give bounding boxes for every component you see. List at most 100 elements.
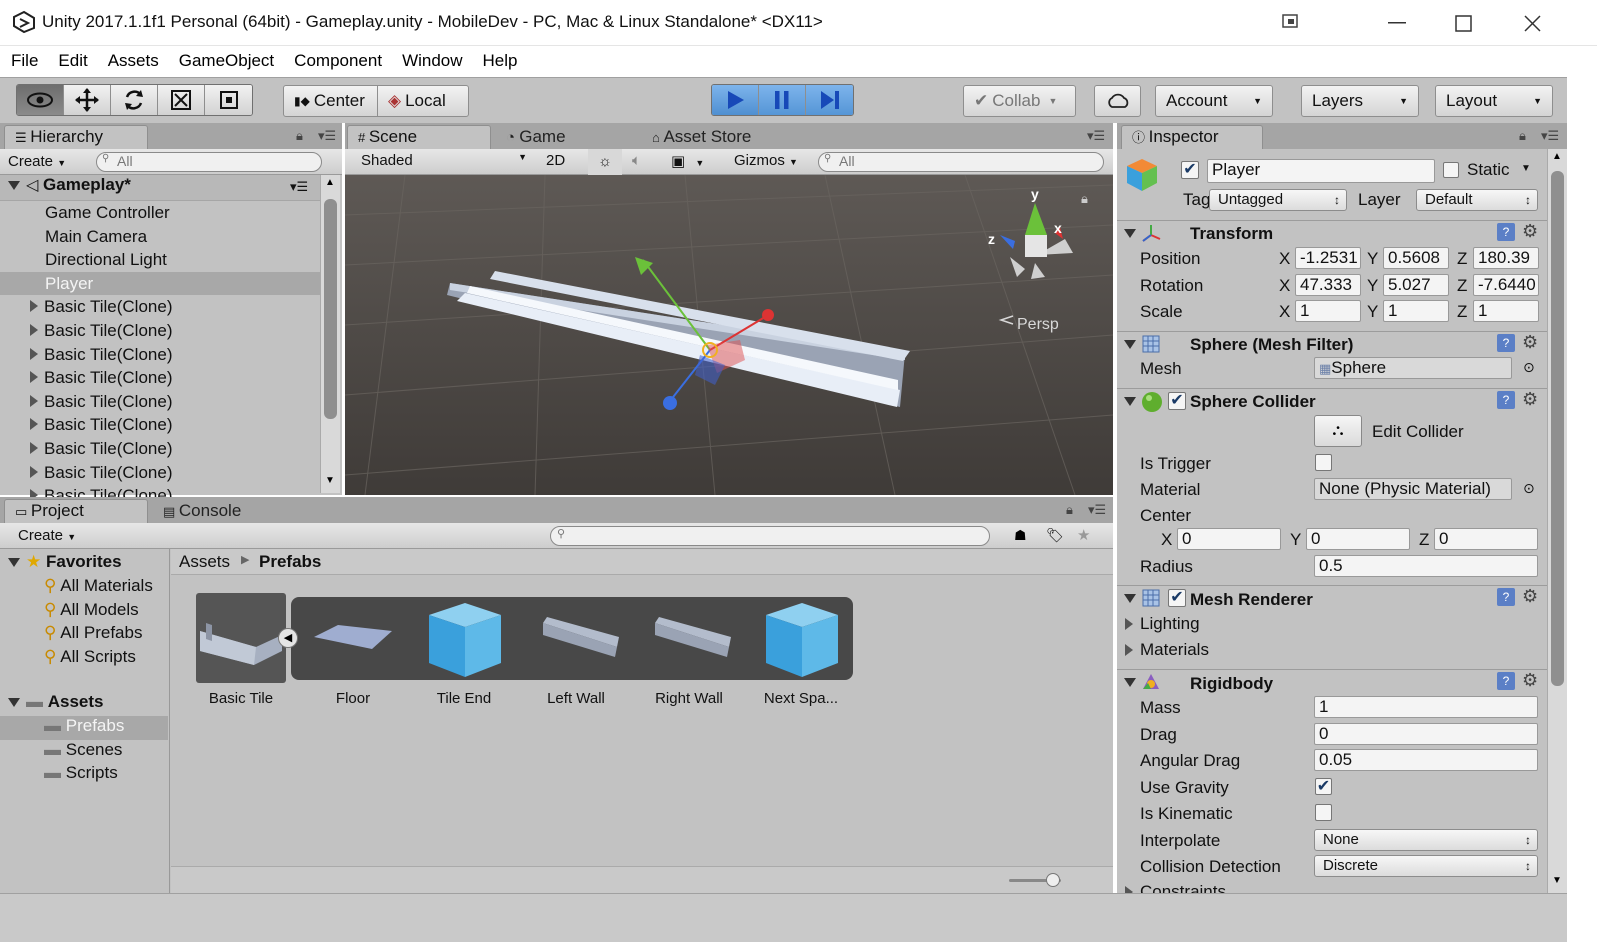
asset-floor-label[interactable]: Floor <box>298 690 408 707</box>
favorite-item[interactable]: ⚲ All Models <box>0 600 168 624</box>
filter-type-icon[interactable]: ☗ <box>1014 527 1027 544</box>
move-tool-button[interactable] <box>64 85 111 115</box>
lock-icon[interactable]: 🔒︎ <box>296 128 303 144</box>
scroll-down-icon[interactable]: ▼ <box>1552 875 1562 886</box>
collision-detection-dropdown[interactable]: Discrete <box>1314 855 1538 877</box>
expand-arrow-icon[interactable] <box>1124 340 1136 349</box>
breadcrumb-prefabs[interactable]: Prefabs <box>259 552 321 572</box>
hierarchy-item[interactable]: Basic Tile(Clone) <box>0 461 320 484</box>
asset-basic-tile-thumb[interactable] <box>196 595 286 685</box>
zoom-slider-handle[interactable] <box>1046 873 1060 887</box>
tab-scene[interactable]: # Scene <box>347 125 491 149</box>
persp-label[interactable]: Persp <box>1017 316 1059 333</box>
lighting-foldout[interactable]: Lighting <box>1140 614 1200 634</box>
favorite-star-icon[interactable]: ★ <box>1077 526 1090 544</box>
physic-material-field[interactable]: None (Physic Material) <box>1314 478 1512 500</box>
expand-arrow-icon[interactable] <box>30 371 38 384</box>
position-y-field[interactable]: 0.5608 <box>1383 247 1449 269</box>
panel-menu-icon[interactable]: ▾☰ <box>1087 128 1105 144</box>
collider-enabled-checkbox[interactable]: ✔ <box>1168 392 1186 410</box>
folder-item[interactable]: ▬ Scripts <box>0 763 168 787</box>
help-book-icon[interactable]: ? <box>1497 588 1515 606</box>
center-z-field[interactable]: 0 <box>1434 528 1538 550</box>
asset-floor-thumb[interactable] <box>306 595 396 685</box>
menu-window[interactable]: Window <box>402 51 462 71</box>
asset-tile-end-thumb[interactable] <box>419 595 509 685</box>
gameobject-name-field[interactable]: Player <box>1207 159 1435 183</box>
edit-collider-button[interactable]: ⛬ <box>1314 415 1362 447</box>
rotation-y-field[interactable]: 5.027 <box>1383 274 1449 296</box>
help-book-icon[interactable]: ? <box>1497 334 1515 352</box>
rotate-tool-button[interactable] <box>111 85 158 115</box>
tag-dropdown[interactable]: Untagged <box>1209 189 1347 211</box>
mass-field[interactable]: 1 <box>1314 696 1538 718</box>
breadcrumb-assets[interactable]: Assets <box>179 552 230 572</box>
expand-arrow-icon[interactable] <box>1124 594 1136 603</box>
asset-basic-tile-label[interactable]: Basic Tile <box>186 690 296 707</box>
effects-dropdown[interactable]: ▣ ▼ <box>671 152 704 170</box>
gear-icon[interactable]: ⚙ <box>1522 221 1538 242</box>
expand-arrow-icon[interactable] <box>30 324 38 336</box>
position-x-field[interactable]: -1.2531 <box>1295 247 1361 269</box>
expand-arrow-icon[interactable] <box>30 418 38 431</box>
transform-header[interactable] <box>1117 220 1547 248</box>
hierarchy-item[interactable]: Game Controller <box>0 201 320 224</box>
menu-file[interactable]: File <box>11 51 38 71</box>
expand-arrow-icon[interactable] <box>30 394 38 407</box>
hierarchy-item[interactable]: Basic Tile(Clone) <box>0 413 320 436</box>
angular-drag-field[interactable]: 0.05 <box>1314 749 1538 771</box>
cloud-button[interactable] <box>1094 85 1141 117</box>
lock-icon[interactable]: 🔒︎ <box>1081 192 1088 207</box>
play-button[interactable] <box>712 85 759 115</box>
center-y-field[interactable]: 0 <box>1306 528 1410 550</box>
scroll-up-icon[interactable]: ▲ <box>325 177 335 188</box>
hierarchy-item[interactable]: Basic Tile(Clone) <box>0 366 320 389</box>
expand-arrow-icon[interactable] <box>1124 397 1136 406</box>
layout-dropdown[interactable]: Layout ▼ <box>1435 85 1553 117</box>
close-icon[interactable] <box>1524 15 1541 32</box>
asset-right-wall-label[interactable]: Right Wall <box>634 690 744 707</box>
scroll-thumb[interactable] <box>1551 171 1564 686</box>
object-picker-icon[interactable]: ⊙ <box>1523 359 1535 376</box>
expand-arrow-icon[interactable] <box>30 347 38 360</box>
scale-x-field[interactable]: 1 <box>1295 300 1361 322</box>
scene-root-row[interactable]: ◁ Gameplay* ▾☰ <box>0 175 320 201</box>
scene-menu-icon[interactable]: ▾☰ <box>290 179 308 195</box>
rigidbody-header[interactable] <box>1117 669 1547 697</box>
mode-2d-toggle[interactable]: 2D <box>546 152 565 169</box>
view-tool-button[interactable] <box>17 85 64 115</box>
mesh-field[interactable]: ▦Sphere <box>1314 357 1512 379</box>
expand-arrow-icon[interactable] <box>1124 678 1136 687</box>
inspector-scrollbar[interactable]: ▲ ▼ <box>1547 149 1567 893</box>
scroll-thumb[interactable] <box>324 199 337 419</box>
asset-tile-end-label[interactable]: Tile End <box>409 690 519 707</box>
lighting-toggle[interactable]: ☼ <box>588 149 622 175</box>
expand-arrow-icon[interactable] <box>30 465 38 478</box>
scroll-down-icon[interactable]: ▼ <box>325 475 335 486</box>
menu-edit[interactable]: Edit <box>58 51 87 71</box>
scale-z-field[interactable]: 1 <box>1473 300 1539 322</box>
scene-viewport[interactable]: y x z Persp 🔒︎ <box>345 175 1113 495</box>
scroll-up-icon[interactable]: ▲ <box>1552 151 1562 162</box>
tab-hierarchy[interactable]: ☰ Hierarchy <box>4 125 148 149</box>
assets-root-row[interactable]: ▬ Assets <box>0 692 104 716</box>
chevron-down-icon[interactable]: ▼ <box>1521 163 1531 174</box>
scale-tool-button[interactable] <box>158 85 205 115</box>
tab-inspector[interactable]: ⓘ Inspector <box>1121 125 1263 149</box>
expand-arrow-icon[interactable] <box>30 300 38 313</box>
gear-icon[interactable]: ⚙ <box>1522 389 1538 410</box>
scale-y-field[interactable]: 1 <box>1383 300 1449 322</box>
tab-asset-store[interactable]: ⌂ Asset Store <box>641 125 801 149</box>
menu-gameobject[interactable]: GameObject <box>179 51 274 71</box>
folder-item[interactable]: ▬ Scenes <box>0 740 168 764</box>
rotation-x-field[interactable]: 47.333 <box>1295 274 1361 296</box>
asset-right-wall-thumb[interactable] <box>643 595 733 685</box>
maximize-icon[interactable] <box>1455 15 1472 32</box>
drag-field[interactable]: 0 <box>1314 723 1538 745</box>
project-create-dropdown[interactable]: Create ▼ <box>18 527 76 544</box>
hierarchy-item[interactable]: Basic Tile(Clone) <box>0 437 320 460</box>
asset-left-wall-label[interactable]: Left Wall <box>521 690 631 707</box>
object-picker-icon[interactable]: ⊙ <box>1523 480 1535 497</box>
pivot-center-button[interactable]: ▮◆ Center <box>283 85 378 117</box>
hierarchy-item[interactable]: Main Camera <box>0 225 320 248</box>
